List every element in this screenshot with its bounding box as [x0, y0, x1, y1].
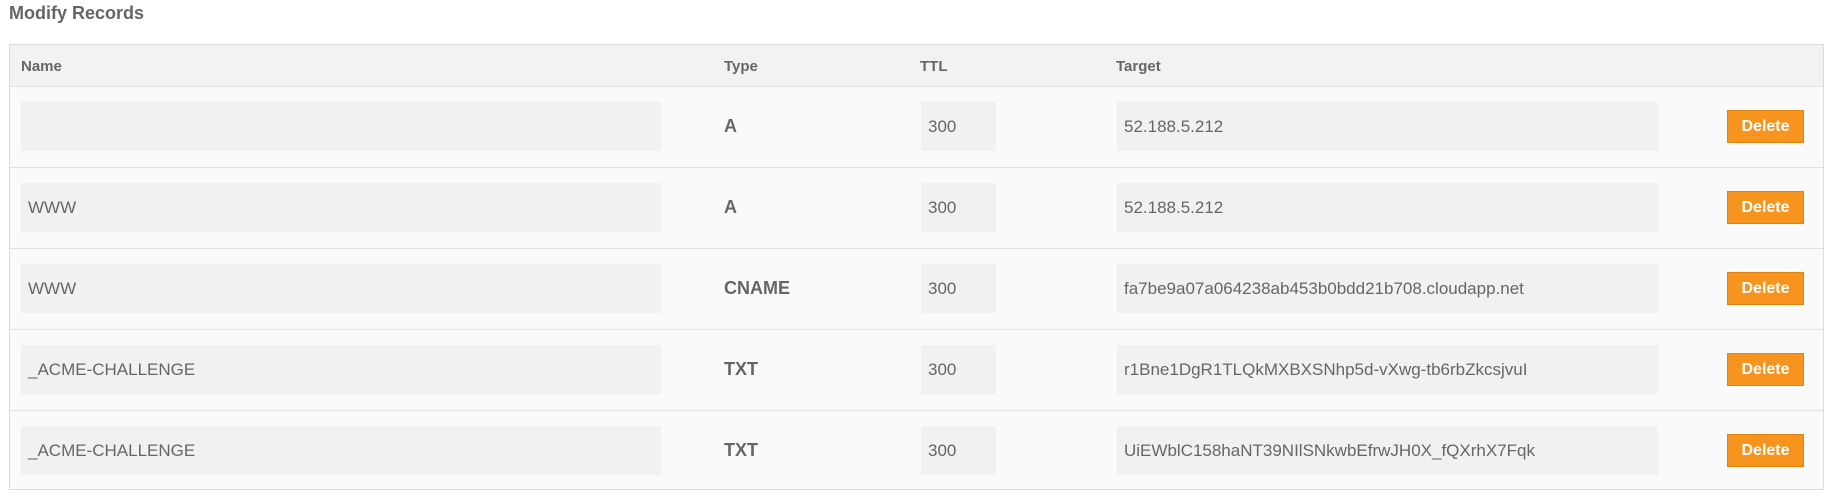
- record-ttl-field[interactable]: 300: [921, 183, 996, 232]
- section-title: Modify Records: [9, 3, 145, 23]
- record-type: A: [724, 197, 737, 217]
- record-ttl-field[interactable]: 300: [921, 345, 996, 394]
- record-ttl-field[interactable]: 300: [921, 264, 996, 313]
- header-target: Target: [1116, 58, 1161, 75]
- delete-button[interactable]: Delete: [1727, 272, 1804, 305]
- header-name: Name: [21, 58, 62, 75]
- record-type: CNAME: [724, 278, 790, 298]
- table-header: Name Type TTL Target: [10, 45, 1823, 87]
- record-target-field[interactable]: fa7be9a07a064238ab453b0bdd21b708.cloudap…: [1117, 264, 1658, 313]
- header-ttl: TTL: [920, 58, 948, 75]
- record-type: A: [724, 116, 737, 136]
- record-name-field[interactable]: WWW: [21, 264, 661, 313]
- record-type: TXT: [724, 440, 758, 460]
- table-row: WWW A 300 52.188.5.212 Delete: [10, 168, 1823, 249]
- table-row: A 300 52.188.5.212 Delete: [10, 87, 1823, 168]
- record-ttl-field[interactable]: 300: [921, 102, 996, 151]
- table-row: _ACME-CHALLENGE TXT 300 UiEWblC158haNT39…: [10, 411, 1823, 489]
- delete-button[interactable]: Delete: [1727, 434, 1804, 467]
- record-name-field[interactable]: _ACME-CHALLENGE: [21, 345, 661, 394]
- record-name-field[interactable]: [21, 102, 661, 151]
- record-name-field[interactable]: WWW: [21, 183, 661, 232]
- delete-button[interactable]: Delete: [1727, 353, 1804, 386]
- record-name-field[interactable]: _ACME-CHALLENGE: [21, 426, 661, 475]
- record-ttl-field[interactable]: 300: [921, 426, 996, 475]
- header-type: Type: [724, 58, 758, 75]
- delete-button[interactable]: Delete: [1727, 191, 1804, 224]
- table-row: _ACME-CHALLENGE TXT 300 r1Bne1DgR1TLQkMX…: [10, 330, 1823, 411]
- table-row: WWW CNAME 300 fa7be9a07a064238ab453b0bdd…: [10, 249, 1823, 330]
- record-type: TXT: [724, 359, 758, 379]
- records-table: Name Type TTL Target A 300 52.188.5.212 …: [9, 44, 1824, 490]
- record-target-field[interactable]: 52.188.5.212: [1117, 183, 1658, 232]
- delete-button[interactable]: Delete: [1727, 110, 1804, 143]
- record-target-field[interactable]: 52.188.5.212: [1117, 102, 1658, 151]
- record-target-field[interactable]: UiEWblC158haNT39NIlSNkwbEfrwJH0X_fQXrhX7…: [1117, 426, 1658, 475]
- record-target-field[interactable]: r1Bne1DgR1TLQkMXBXSNhp5d-vXwg-tb6rbZkcsj…: [1117, 345, 1658, 394]
